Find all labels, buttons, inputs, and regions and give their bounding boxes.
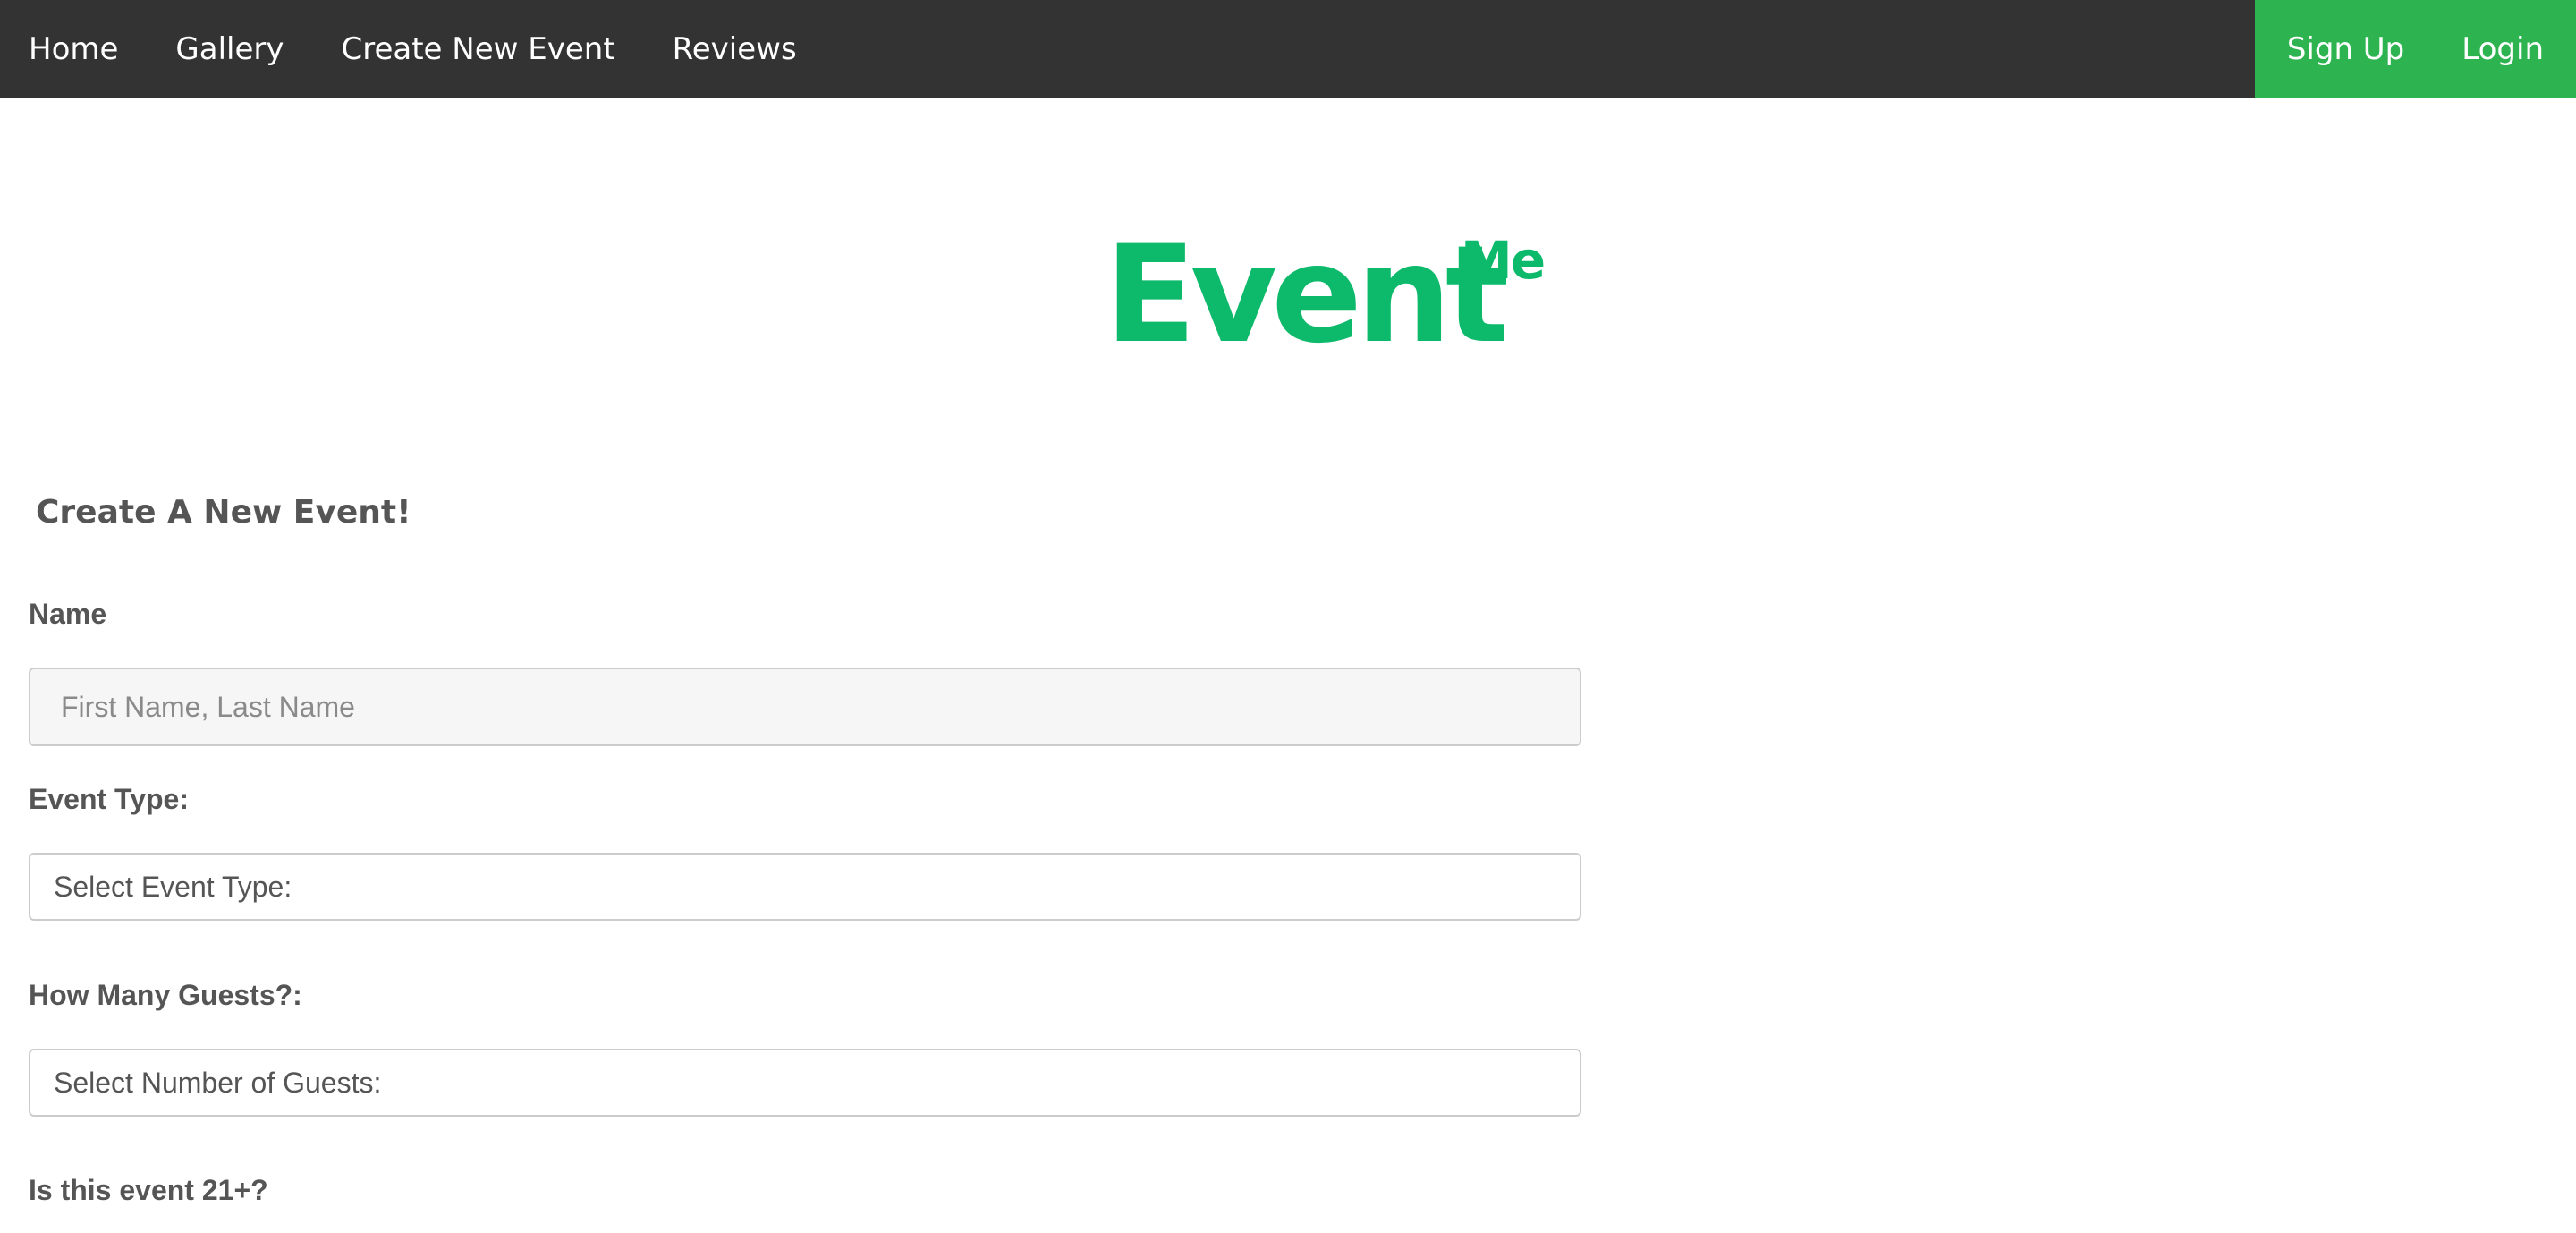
event-type-value: Select Event Type: xyxy=(54,870,292,903)
event-type-label: Event Type: xyxy=(29,783,189,815)
nav-reviews-link[interactable]: Reviews xyxy=(644,0,826,98)
nav-create-event-link[interactable]: Create New Event xyxy=(313,0,644,98)
nav-gallery-link[interactable]: Gallery xyxy=(147,0,312,98)
nav-auth-links: Sign Up Login xyxy=(2254,0,2576,98)
form-title: Create A New Event! xyxy=(36,494,411,531)
logo-wordmark: Event xyxy=(1105,217,1509,373)
nav-home-link[interactable]: Home xyxy=(0,0,147,98)
name-input[interactable] xyxy=(29,668,1581,746)
guests-select[interactable]: Select Number of Guests: xyxy=(29,1049,1581,1117)
logo-superscript: Me xyxy=(1461,230,1546,291)
eventme-logo: Event Me xyxy=(1105,217,1546,373)
guests-label: How Many Guests?: xyxy=(29,979,302,1011)
guests-value: Select Number of Guests: xyxy=(54,1066,382,1099)
name-label: Name xyxy=(29,598,107,630)
age-restriction-label: Is this event 21+? xyxy=(29,1174,268,1206)
sign-up-link[interactable]: Sign Up xyxy=(2258,0,2433,98)
nav-main-links: Home Gallery Create New Event Reviews xyxy=(0,0,826,98)
login-link[interactable]: Login xyxy=(2433,0,2572,98)
top-navbar: Home Gallery Create New Event Reviews Si… xyxy=(0,0,2576,98)
event-type-select[interactable]: Select Event Type: xyxy=(29,853,1581,921)
